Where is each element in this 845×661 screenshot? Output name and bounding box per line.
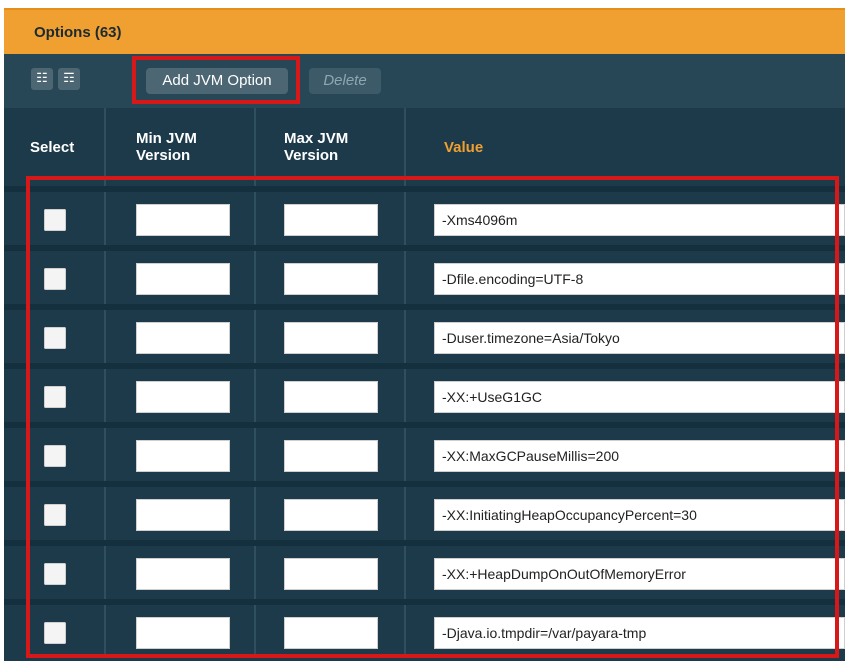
column-divider <box>104 192 106 245</box>
header-max-version[interactable]: Max JVM Version <box>256 108 406 186</box>
min-jvm-version-input[interactable] <box>136 558 230 590</box>
column-divider <box>404 546 406 599</box>
table-header: Select Min JVM Version Max JVM Version V… <box>4 108 845 186</box>
column-divider <box>104 605 106 658</box>
options-toolbar: ☷ ☶ Add JVM Option Delete <box>4 54 845 108</box>
row-select-checkbox[interactable] <box>44 268 66 290</box>
jvm-option-value-input[interactable]: -Dfile.encoding=UTF-8 <box>434 263 845 295</box>
select-all-icon[interactable]: ☷ <box>31 68 53 90</box>
header-max-label: Max JVM Version <box>284 130 349 164</box>
panel-titlebar: Options (63) <box>4 8 845 54</box>
header-min-label: Min JVM Version <box>136 130 197 164</box>
column-divider <box>104 546 106 599</box>
column-divider <box>404 487 406 540</box>
column-divider <box>254 605 256 658</box>
column-divider <box>254 310 256 363</box>
max-jvm-version-input[interactable] <box>284 558 378 590</box>
table-row: -Xms4096m <box>4 186 845 245</box>
column-divider <box>254 546 256 599</box>
table-row: -Duser.timezone=Asia/Tokyo <box>4 304 845 363</box>
max-jvm-version-input[interactable] <box>284 204 378 236</box>
column-divider <box>254 192 256 245</box>
jvm-option-value-input[interactable]: -XX:MaxGCPauseMillis=200 <box>434 440 845 472</box>
jvm-options-panel: Options (63) ☷ ☶ Add JVM Option Delete S… <box>4 8 845 661</box>
max-jvm-version-input[interactable] <box>284 440 378 472</box>
panel-title: Options (63) <box>34 23 122 41</box>
delete-button[interactable]: Delete <box>309 68 381 94</box>
row-select-checkbox[interactable] <box>44 504 66 526</box>
column-divider <box>254 428 256 481</box>
min-jvm-version-input[interactable] <box>136 440 230 472</box>
column-divider <box>104 369 106 422</box>
column-divider <box>404 192 406 245</box>
column-divider <box>104 251 106 304</box>
table-row: -XX:MaxGCPauseMillis=200 <box>4 422 845 481</box>
column-divider <box>254 369 256 422</box>
add-button-highlight <box>132 56 300 104</box>
header-select[interactable]: Select <box>4 108 106 186</box>
header-min-version[interactable]: Min JVM Version <box>106 108 256 186</box>
column-divider <box>254 487 256 540</box>
max-jvm-version-input[interactable] <box>284 499 378 531</box>
table-row: -Dfile.encoding=UTF-8 <box>4 245 845 304</box>
table-row: -XX:+UseG1GC <box>4 363 845 422</box>
column-divider <box>404 369 406 422</box>
deselect-all-icon[interactable]: ☶ <box>58 68 80 90</box>
min-jvm-version-input[interactable] <box>136 204 230 236</box>
table-row: -Djava.io.tmpdir=/var/payara-tmp <box>4 599 845 658</box>
min-jvm-version-input[interactable] <box>136 499 230 531</box>
header-select-label: Select <box>30 138 75 156</box>
max-jvm-version-input[interactable] <box>284 322 378 354</box>
jvm-option-value-input[interactable]: -Duser.timezone=Asia/Tokyo <box>434 322 845 354</box>
table-row: -XX:+HeapDumpOnOutOfMemoryError <box>4 540 845 599</box>
row-select-checkbox[interactable] <box>44 563 66 585</box>
min-jvm-version-input[interactable] <box>136 381 230 413</box>
column-divider <box>254 251 256 304</box>
jvm-option-value-input[interactable]: -XX:InitiatingHeapOccupancyPercent=30 <box>434 499 845 531</box>
max-jvm-version-input[interactable] <box>284 381 378 413</box>
row-select-checkbox[interactable] <box>44 327 66 349</box>
column-divider <box>104 428 106 481</box>
column-divider <box>104 310 106 363</box>
row-select-checkbox[interactable] <box>44 209 66 231</box>
jvm-option-value-input[interactable]: -XX:+HeapDumpOnOutOfMemoryError <box>434 558 845 590</box>
jvm-option-value-input[interactable]: -Djava.io.tmpdir=/var/payara-tmp <box>434 617 845 649</box>
jvm-option-value-input[interactable]: -Xms4096m <box>434 204 845 236</box>
header-value-label: Value <box>444 138 484 156</box>
max-jvm-version-input[interactable] <box>284 617 378 649</box>
table-row: -XX:InitiatingHeapOccupancyPercent=30 <box>4 481 845 540</box>
column-divider <box>404 310 406 363</box>
column-divider <box>104 487 106 540</box>
column-divider <box>404 605 406 658</box>
min-jvm-version-input[interactable] <box>136 322 230 354</box>
column-divider <box>404 428 406 481</box>
row-select-checkbox[interactable] <box>44 445 66 467</box>
jvm-option-value-input[interactable]: -XX:+UseG1GC <box>434 381 845 413</box>
row-select-checkbox[interactable] <box>44 386 66 408</box>
max-jvm-version-input[interactable] <box>284 263 378 295</box>
column-divider <box>404 251 406 304</box>
min-jvm-version-input[interactable] <box>136 263 230 295</box>
min-jvm-version-input[interactable] <box>136 617 230 649</box>
header-value[interactable]: Value <box>406 108 845 186</box>
row-select-checkbox[interactable] <box>44 622 66 644</box>
